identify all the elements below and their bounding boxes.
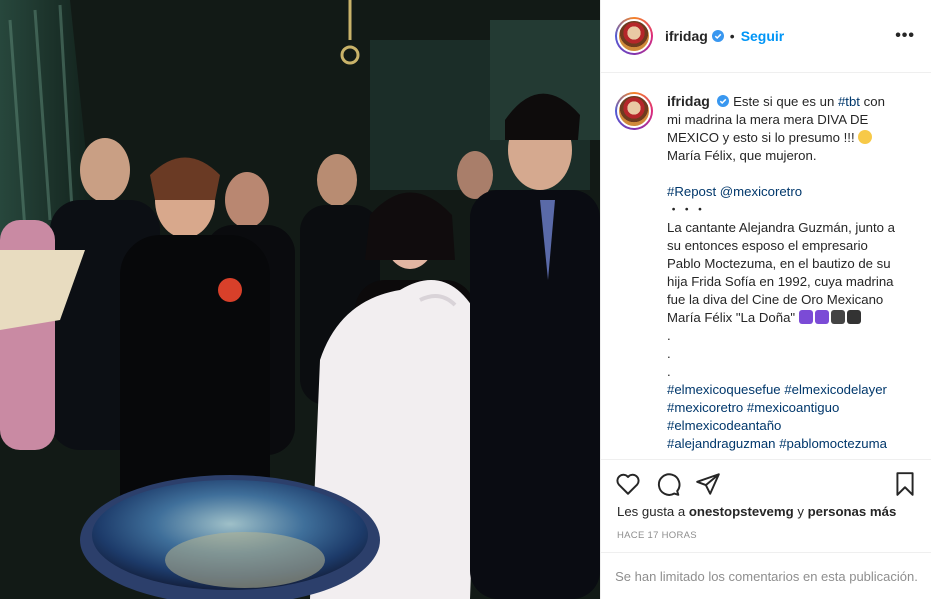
likes-summary: Les gusta a onestopstevemg y personas má… xyxy=(617,504,896,519)
author-avatar[interactable] xyxy=(615,17,653,55)
notes-emoji-icon xyxy=(814,310,829,324)
caption-text: Pablo Moctezuma, en el bautizo de su xyxy=(667,256,891,271)
caption-text: Este si que es un xyxy=(733,94,835,109)
photo-illustration xyxy=(0,0,600,599)
post-photo[interactable] xyxy=(0,0,600,599)
likes-prefix: Les gusta a xyxy=(617,504,686,519)
bookmark-icon[interactable] xyxy=(892,471,918,497)
verified-icon xyxy=(711,30,724,42)
verified-icon xyxy=(717,95,730,107)
hashtag-link[interactable]: #pablomoctezuma xyxy=(779,436,887,451)
comments-limited-notice: Se han limitado los comentarios en esta … xyxy=(601,552,931,599)
hashtag-link[interactable]: #alejandraguzman xyxy=(667,436,776,451)
mention-link[interactable]: @mexicoretro xyxy=(720,184,802,199)
clapper-emoji-icon xyxy=(846,310,861,324)
caption-paragraph-1: ifridag Este si que es un #tbt con mi ma… xyxy=(667,92,916,165)
caption-text: mi madrina la mera mera DIVA DE xyxy=(667,112,869,127)
separator-dot: • xyxy=(729,28,735,44)
likes-connector: y xyxy=(797,504,804,519)
action-bar xyxy=(601,459,931,507)
hashtag-link[interactable]: #mexicoretro xyxy=(667,400,743,415)
emoji-icon xyxy=(858,130,873,144)
caption-author-username[interactable]: ifridag xyxy=(667,93,710,109)
caption-text: MEXICO y esto si lo presumo !!! xyxy=(667,130,855,145)
hashtag-link[interactable]: #Repost xyxy=(667,184,716,199)
more-icon[interactable]: ••• xyxy=(895,27,915,45)
caption-text: La cantante Alejandra Guzmán, junto a xyxy=(667,220,896,235)
caption-text: hija Frida Sofía en 1992, cuya madrina xyxy=(667,274,894,289)
share-icon[interactable] xyxy=(695,471,721,497)
post-header: ifridag • Seguir ••• xyxy=(601,0,931,73)
hashtag-link[interactable]: #elmexicoquesefue xyxy=(667,382,781,397)
hashtag-link[interactable]: #elmexicodelayer xyxy=(784,382,887,397)
caption-text: con xyxy=(863,94,885,109)
caption-period: . xyxy=(667,346,671,361)
heart-icon[interactable] xyxy=(615,471,641,497)
film-emoji-icon xyxy=(830,310,845,324)
caption-text: María Félix "La Doña" xyxy=(667,310,796,325)
comment-icon[interactable] xyxy=(655,471,681,497)
post-side-panel: ifridag • Seguir ••• ifridag Este si que… xyxy=(600,0,931,599)
caption-text: fue la diva del Cine de Oro Mexicano xyxy=(667,292,884,307)
hashtag-link[interactable]: #tbt xyxy=(838,94,860,109)
likes-others-link[interactable]: personas más xyxy=(808,504,897,519)
caption-text: María Félix, que mujeron. xyxy=(667,148,817,163)
caption-section: ifridag Este si que es un #tbt con mi ma… xyxy=(601,74,931,459)
caption-author-avatar[interactable] xyxy=(615,92,653,130)
caption-text: su entonces esposo el empresario xyxy=(667,238,868,253)
post-timestamp[interactable]: HACE 17 HORAS xyxy=(617,530,697,541)
caption-period: . xyxy=(667,364,671,379)
caption-period: . xyxy=(667,328,671,343)
hashtag-link[interactable]: #mexicoantiguo xyxy=(747,400,839,415)
author-username[interactable]: ifridag xyxy=(665,28,708,44)
liker-username[interactable]: onestopstevemg xyxy=(689,504,794,519)
music-emoji-icon xyxy=(798,310,813,324)
follow-button[interactable]: Seguir xyxy=(741,28,785,44)
hashtag-link[interactable]: #elmexicodeantaño xyxy=(667,418,781,433)
caption-body: ifridag Este si que es un #tbt con mi ma… xyxy=(667,92,916,459)
caption-dots: ・・・ xyxy=(667,202,707,217)
